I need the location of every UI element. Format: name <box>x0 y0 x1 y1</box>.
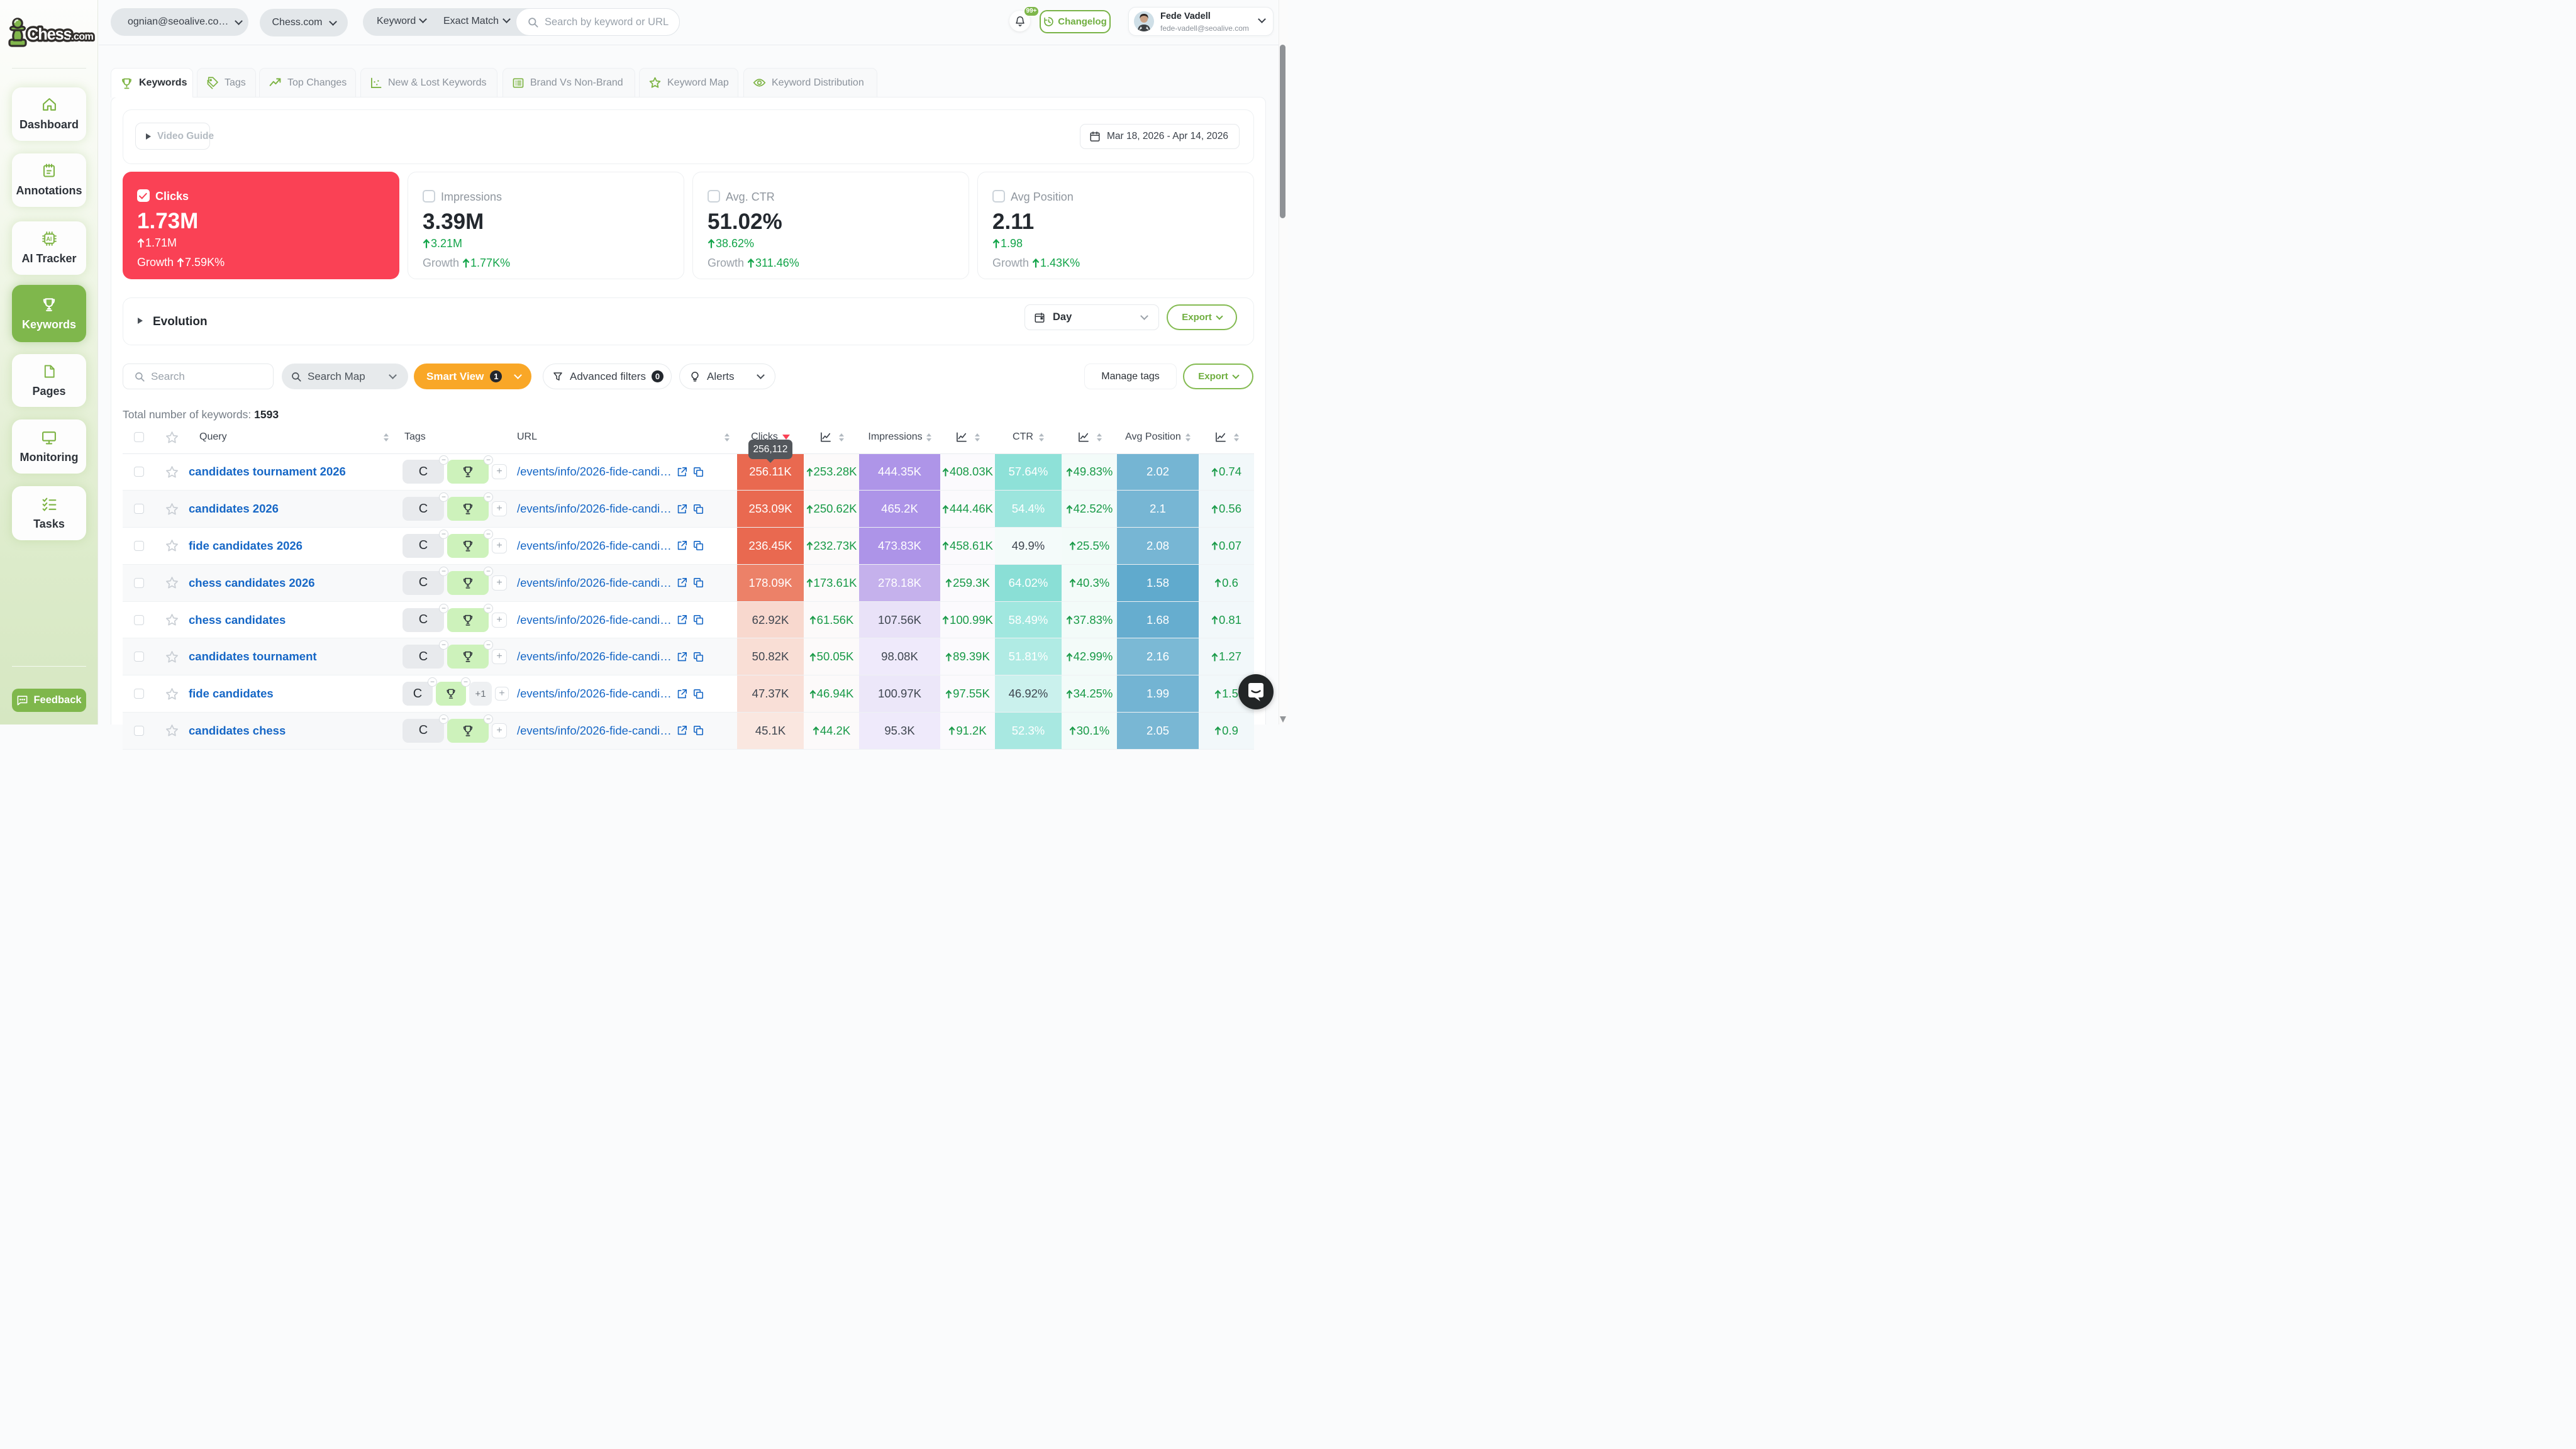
svg-text:Chess: Chess <box>27 26 72 43</box>
svg-text:.com: .com <box>71 31 94 42</box>
svg-text:AI: AI <box>46 236 52 242</box>
